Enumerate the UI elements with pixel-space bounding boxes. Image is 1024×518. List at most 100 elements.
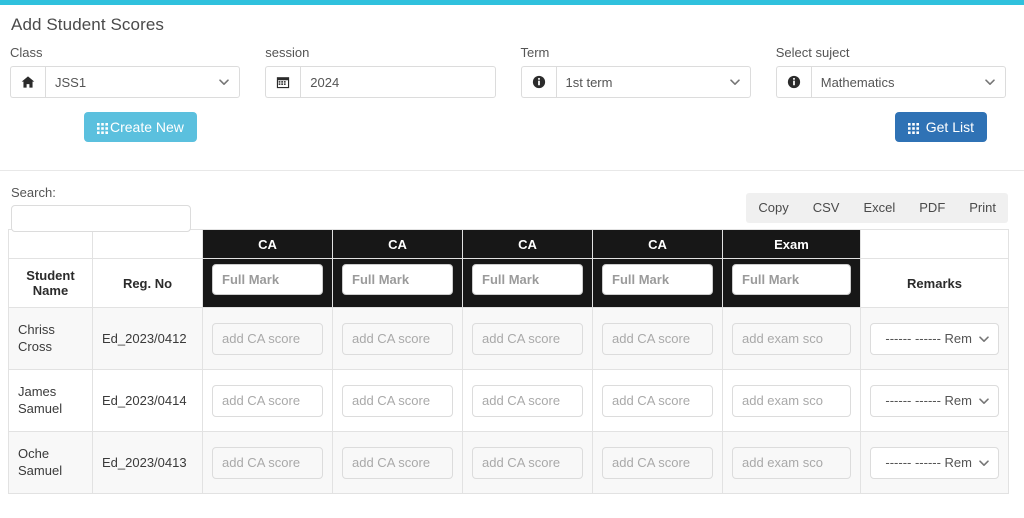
chevron-down-icon <box>984 76 996 88</box>
header-student-name: Student Name <box>8 258 93 308</box>
chevron-down-icon <box>978 333 990 345</box>
home-icon <box>10 66 45 98</box>
search-input[interactable] <box>11 205 191 232</box>
student-name-cell: James Samuel <box>8 369 93 432</box>
ca-score-input-2[interactable] <box>342 446 453 479</box>
full-mark-cell-exam <box>722 258 861 308</box>
table-head-fullmark-row: Student Name Reg. No Full Mark Full Mark… <box>8 258 1009 308</box>
form-actions-row: Create New Get List <box>10 112 1014 164</box>
export-buttons-group: Copy CSV Excel PDF Print <box>746 193 1008 224</box>
table-row: Chriss Cross Ed_2023/0412 add CA score a… <box>8 307 1009 370</box>
exam-score-cell <box>722 431 861 494</box>
student-name-line2: Cross <box>18 338 52 354</box>
ca-score-input-1[interactable] <box>212 384 323 417</box>
chevron-down-icon <box>978 457 990 469</box>
header-reg-no: Reg. No <box>92 258 203 308</box>
search-label: Search: <box>11 185 56 200</box>
ca-score-cell-1 <box>202 307 333 370</box>
remarks-select[interactable]: ------ ------ Rem <box>870 384 999 417</box>
exam-score-input[interactable] <box>732 446 851 479</box>
grid-icon <box>907 122 919 134</box>
ca-score-cell-2 <box>332 369 463 432</box>
reg-no-cell: Ed_2023/0414 <box>92 369 203 432</box>
remarks-value: ------ ------ Rem <box>885 331 972 346</box>
remarks-select[interactable]: ------ ------ Rem <box>870 322 999 355</box>
term-field-group: Term 1st term <box>520 45 776 98</box>
student-scores-table: CA CA CA CA Exam Student Name Reg. No Fu… <box>8 229 1009 494</box>
ca-score-input-3[interactable] <box>472 322 583 355</box>
header-group-ca-4: CA <box>592 229 723 259</box>
header-blank-regno <box>92 229 203 259</box>
pdf-button[interactable]: PDF <box>907 193 957 223</box>
ca-score-cell-2 <box>332 431 463 494</box>
class-select[interactable]: JSS1 <box>10 66 241 98</box>
excel-button[interactable]: Excel <box>851 193 907 223</box>
remarks-cell: ------ ------ Rem <box>860 369 1009 432</box>
subject-select[interactable]: Mathematics <box>775 66 1006 98</box>
header-student-name-line2: Name <box>32 283 69 298</box>
ca-score-input-2[interactable] <box>342 384 453 417</box>
full-mark-input-ca-3[interactable] <box>472 264 583 295</box>
ca-score-input-3[interactable] <box>472 446 583 479</box>
student-name-cell: Chriss Cross <box>8 307 93 370</box>
exam-score-input[interactable] <box>732 322 851 355</box>
print-button[interactable]: Print <box>957 193 1008 223</box>
table-body: Chriss Cross Ed_2023/0412 add CA score a… <box>8 307 1009 494</box>
ca-score-input-1[interactable] <box>212 322 323 355</box>
filter-form-panel: Class JSS1 session 2024 Term 1st term Se… <box>0 45 1024 164</box>
full-mark-cell-ca-3 <box>462 258 593 308</box>
subject-select-display[interactable]: Mathematics <box>810 66 1006 98</box>
class-select-display[interactable]: JSS1 <box>45 66 241 98</box>
info-circle-icon <box>775 66 811 98</box>
remarks-cell: ------ ------ Rem <box>860 307 1009 370</box>
subject-value: Mathematics <box>820 74 895 90</box>
table-head: CA CA CA CA Exam Student Name Reg. No Fu… <box>8 229 1009 308</box>
term-value: 1st term <box>565 74 613 90</box>
page-title: Add Student Scores <box>11 15 165 34</box>
remarks-select[interactable]: ------ ------ Rem <box>870 446 999 479</box>
class-field-group: Class JSS1 <box>10 45 265 98</box>
get-list-label: Get List <box>925 119 974 135</box>
ca-score-input-4[interactable] <box>602 446 713 479</box>
full-mark-input-ca-4[interactable] <box>602 264 713 295</box>
ca-score-cell-4 <box>592 307 723 370</box>
chevron-down-icon <box>978 395 990 407</box>
full-mark-cell-ca-4 <box>592 258 723 308</box>
term-select[interactable]: 1st term <box>520 66 751 98</box>
get-list-button[interactable]: Get List <box>894 112 987 142</box>
term-label: Term <box>520 45 550 60</box>
ca-score-input-1[interactable] <box>212 446 323 479</box>
session-field-group: session 2024 <box>265 45 520 98</box>
ca-score-input-4[interactable] <box>602 322 713 355</box>
full-mark-input-exam[interactable] <box>732 264 851 295</box>
full-mark-input-ca-1[interactable] <box>212 264 323 295</box>
student-name-cell: Oche Samuel <box>8 431 93 494</box>
term-select-display[interactable]: 1st term <box>555 66 751 98</box>
exam-score-cell <box>722 369 861 432</box>
student-name-line1: Chriss <box>18 322 55 338</box>
session-value: 2024 <box>310 74 340 90</box>
table-head-group-row: CA CA CA CA Exam <box>8 229 1009 259</box>
create-new-button[interactable]: Create New <box>84 112 197 142</box>
ca-score-input-3[interactable] <box>472 384 583 417</box>
student-name-line1: Oche <box>18 446 50 462</box>
copy-button[interactable]: Copy <box>746 193 800 223</box>
session-input[interactable]: 2024 <box>300 66 496 98</box>
table-toolbar: Search: Copy CSV Excel PDF Print <box>8 171 1016 232</box>
chevron-down-icon <box>218 76 230 88</box>
ca-score-input-2[interactable] <box>342 322 453 355</box>
ca-score-cell-1 <box>202 369 333 432</box>
calendar-icon <box>265 66 301 98</box>
ca-score-input-4[interactable] <box>602 384 713 417</box>
csv-button[interactable]: CSV <box>801 193 852 223</box>
session-input-group[interactable]: 2024 <box>265 66 496 98</box>
search-box: Search: <box>8 185 191 232</box>
full-mark-input-ca-2[interactable] <box>342 264 453 295</box>
subject-label: Select suject <box>775 45 850 60</box>
header-blank-remarks <box>860 229 1009 259</box>
header-group-ca-3: CA <box>462 229 593 259</box>
exam-score-input[interactable] <box>732 384 851 417</box>
header-group-ca-2: CA <box>332 229 463 259</box>
full-mark-cell-ca-1 <box>202 258 333 308</box>
student-name-line2: Samuel <box>18 462 63 478</box>
